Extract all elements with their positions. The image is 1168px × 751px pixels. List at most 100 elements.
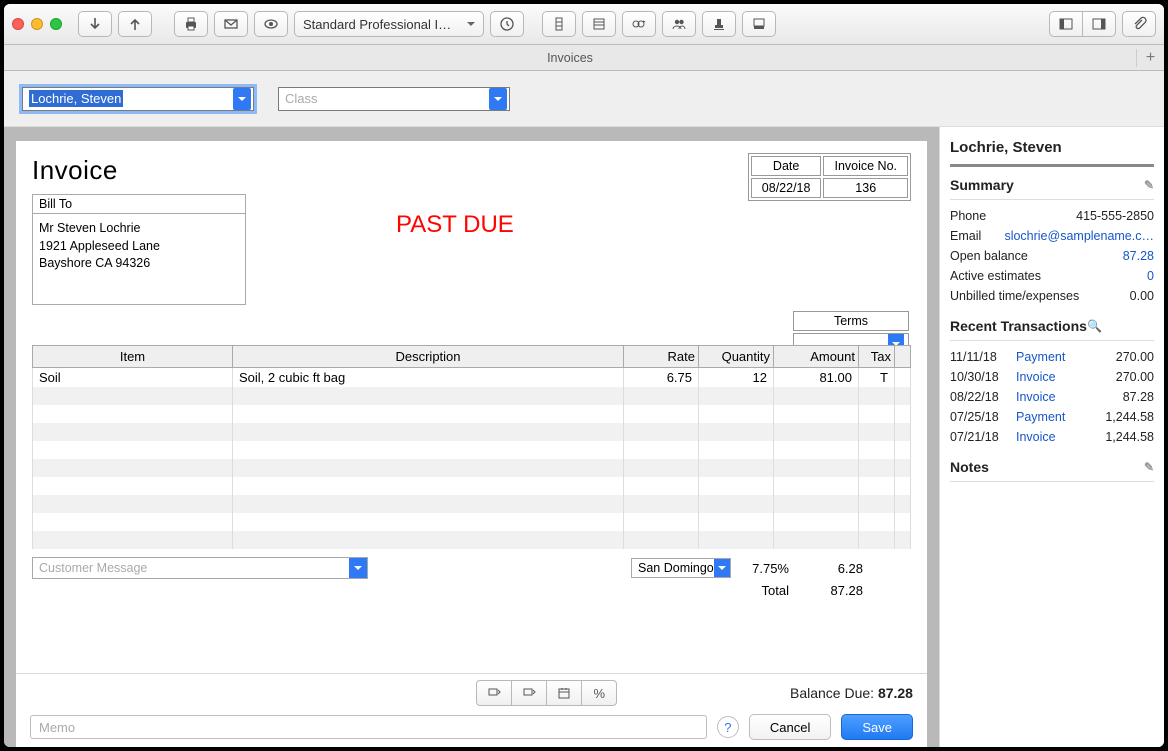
table-row: Soil Soil, 2 cubic ft bag 6.75 12 81.00 …	[33, 368, 911, 388]
table-row	[33, 495, 911, 513]
prev-button[interactable]	[78, 11, 112, 37]
active-estimates-value[interactable]: 0	[1147, 269, 1154, 283]
past-due-watermark: PAST DUE	[396, 211, 514, 239]
customer-value: Lochrie, Steven	[29, 90, 123, 107]
total-amount: 87.28	[803, 583, 863, 598]
col-description: Description	[233, 346, 624, 368]
edit-summary-icon[interactable]: ✎	[1144, 178, 1154, 192]
terms-label: Terms	[793, 311, 909, 331]
template-select-label: Standard Professional I…	[303, 17, 451, 32]
table-row	[33, 477, 911, 495]
invoice-no-label: Invoice No.	[823, 156, 908, 176]
invoice-form: Invoice PAST DUE Date Invoice No. 08/22/…	[16, 141, 927, 673]
total-label: Total	[762, 583, 789, 598]
table-row	[33, 441, 911, 459]
bill-to-box: Bill To Mr Steven Lochrie 1921 Appleseed…	[32, 194, 246, 305]
table-row	[33, 531, 911, 549]
pending-button[interactable]	[490, 11, 524, 37]
transaction-row[interactable]: 11/11/18Payment270.00	[950, 347, 1154, 367]
print-button[interactable]	[174, 11, 208, 37]
toolbar: Standard Professional I…	[4, 4, 1164, 45]
schedule-button[interactable]	[546, 680, 582, 706]
balance-due-label: Balance Due:	[790, 685, 874, 701]
line-items-grid: Item Description Rate Quantity Amount Ta…	[32, 345, 911, 549]
footer: % Balance Due: 87.28 Memo ? Cancel Save	[16, 673, 927, 747]
tab-invoices[interactable]: Invoices	[4, 51, 1136, 65]
customer-button[interactable]	[662, 11, 696, 37]
col-amount: Amount	[774, 346, 859, 368]
tax-item-combo[interactable]: San Domingo	[631, 558, 731, 578]
table-row	[33, 459, 911, 477]
unbilled-value: 0.00	[1130, 289, 1154, 303]
receive-payment-button[interactable]	[511, 680, 547, 706]
help-button[interactable]: ?	[717, 716, 739, 738]
bill-to-label: Bill To	[33, 195, 245, 214]
class-placeholder: Class	[285, 91, 318, 106]
col-tax: Tax	[859, 346, 895, 368]
minimize-window-icon[interactable]	[31, 18, 43, 30]
transaction-row[interactable]: 07/21/18Invoice1,244.58	[950, 427, 1154, 447]
col-rate: Rate	[624, 346, 699, 368]
template-select[interactable]: Standard Professional I…	[294, 11, 484, 37]
save-button[interactable]: Save	[841, 714, 913, 740]
search-icon[interactable]: 🔍	[1087, 319, 1102, 333]
sidebar-customer-name: Lochrie, Steven	[950, 139, 1154, 156]
phone-value: 415-555-2850	[1076, 209, 1154, 223]
transaction-row[interactable]: 08/22/18Invoice87.28	[950, 387, 1154, 407]
chevron-down-icon	[233, 88, 251, 110]
sidebar: Lochrie, Steven Summary✎ Phone415-555-28…	[939, 127, 1164, 747]
scrollbar-gutter	[895, 346, 911, 368]
view-right-panel-button[interactable]	[1082, 11, 1116, 37]
table-row	[33, 405, 911, 423]
invoice-no-value[interactable]: 136	[823, 178, 908, 198]
class-combo[interactable]: Class	[278, 87, 510, 111]
notes-label: Notes	[950, 459, 989, 475]
balance-due-value: 87.28	[878, 685, 913, 701]
new-tab-button[interactable]: +	[1136, 49, 1164, 67]
summary-label: Summary	[950, 177, 1014, 193]
edit-notes-icon[interactable]: ✎	[1144, 460, 1154, 474]
email-button[interactable]	[214, 11, 248, 37]
col-item: Item	[33, 346, 233, 368]
tax-rate: 7.75%	[745, 561, 789, 576]
transaction-row[interactable]: 10/30/18Invoice270.00	[950, 367, 1154, 387]
chevron-down-icon	[714, 559, 730, 577]
view-left-panel-button[interactable]	[1049, 11, 1083, 37]
open-balance-value[interactable]: 87.28	[1123, 249, 1154, 263]
col-quantity: Quantity	[699, 346, 774, 368]
next-button[interactable]	[118, 11, 152, 37]
window-controls	[12, 18, 62, 30]
history-button[interactable]	[542, 11, 576, 37]
preview-button[interactable]	[254, 11, 288, 37]
recent-transactions-label: Recent Transactions	[950, 318, 1087, 334]
journal-button[interactable]	[582, 11, 616, 37]
header-strip: Lochrie, Steven Class	[4, 71, 1164, 127]
line-items-body[interactable]: Soil Soil, 2 cubic ft bag 6.75 12 81.00 …	[33, 368, 911, 550]
table-row	[33, 423, 911, 441]
date-invoice-box: Date Invoice No. 08/22/18 136	[748, 153, 911, 201]
cancel-button[interactable]: Cancel	[749, 714, 831, 740]
bill-to-address[interactable]: Mr Steven Lochrie 1921 Appleseed Lane Ba…	[33, 214, 245, 304]
date-label: Date	[751, 156, 822, 176]
email-value[interactable]: slochrie@samplename.c…	[1004, 229, 1154, 243]
table-row	[33, 387, 911, 405]
tax-amount: 6.28	[803, 561, 863, 576]
date-value[interactable]: 08/22/18	[751, 178, 822, 198]
transaction-row[interactable]: 07/25/18Payment1,244.58	[950, 407, 1154, 427]
payment-button[interactable]	[622, 11, 656, 37]
tabs-bar: Invoices +	[4, 45, 1164, 71]
chevron-down-icon	[349, 558, 367, 578]
table-row	[33, 513, 911, 531]
customer-combo[interactable]: Lochrie, Steven	[22, 87, 254, 111]
totals: San Domingo 7.75% 6.28 Total 87.28	[631, 557, 911, 601]
apply-credits-button[interactable]	[476, 680, 512, 706]
chevron-down-icon	[489, 88, 507, 110]
close-window-icon[interactable]	[12, 18, 24, 30]
customer-message-combo[interactable]: Customer Message	[32, 557, 368, 579]
zoom-window-icon[interactable]	[50, 18, 62, 30]
memo-input[interactable]: Memo	[30, 715, 707, 739]
attach-button[interactable]	[1122, 11, 1156, 37]
stamp-button[interactable]	[702, 11, 736, 37]
percentage-button[interactable]: %	[581, 680, 617, 706]
ship-button[interactable]	[742, 11, 776, 37]
